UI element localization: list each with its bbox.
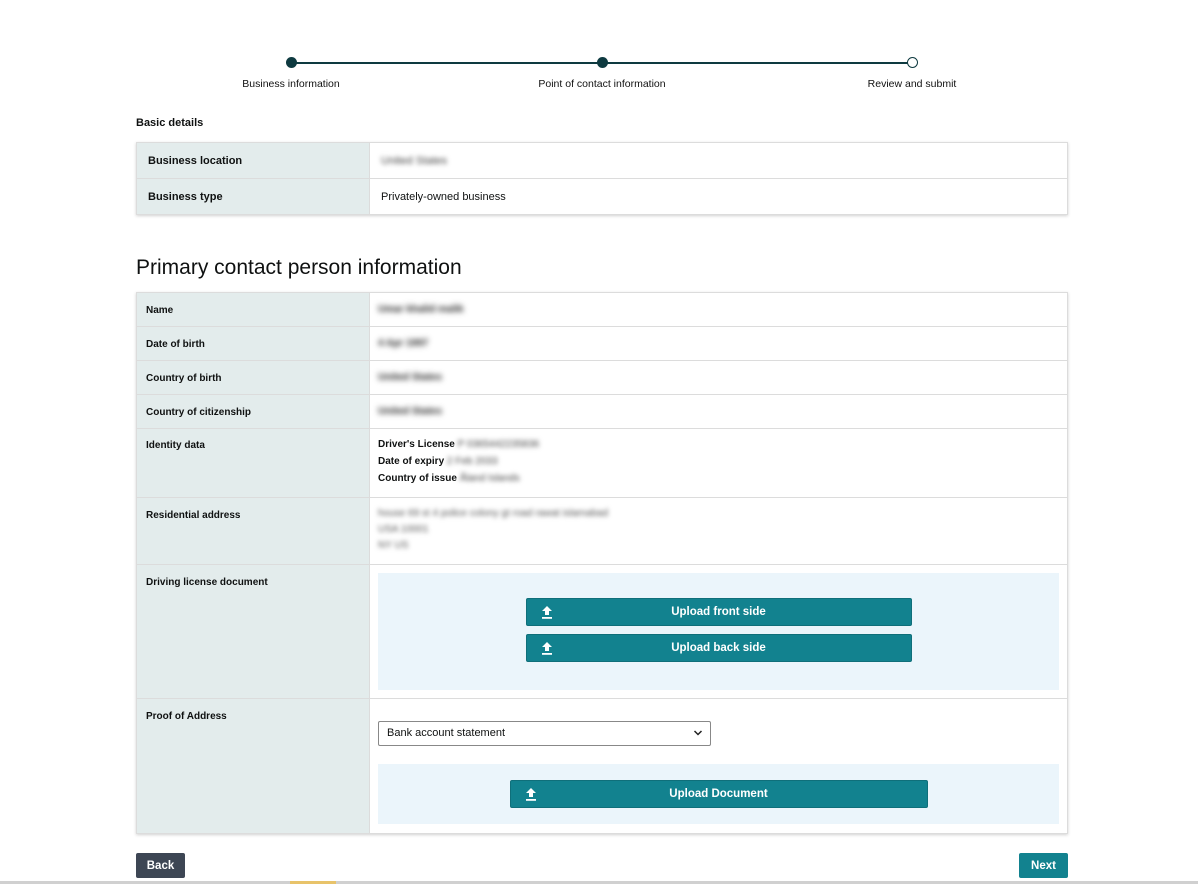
step-dot-business-information (286, 57, 297, 68)
issue-value: Åland Islands (459, 473, 520, 484)
license-value: P 0365442235836 (457, 439, 540, 450)
table-row: Business type Privately-owned business (136, 178, 1068, 215)
step-dot-review-and-submit (907, 57, 918, 68)
address-line-2: USA 10001 (378, 524, 429, 535)
business-location-value: United States (369, 142, 1068, 179)
business-location-text: United States (381, 154, 448, 167)
residential-address-value: house 69 st 4 police colony gt road rawa… (369, 497, 1068, 565)
license-line: Driver's License P 0365442235836 (378, 436, 1059, 453)
residential-address-label: Residential address (136, 497, 370, 565)
proof-of-address-upload-panel: Upload Document (378, 764, 1059, 824)
chevron-down-icon (693, 730, 703, 736)
upload-front-side-label: Upload front side (671, 606, 766, 618)
address-line-3: NY US (378, 540, 409, 551)
upload-icon (525, 788, 536, 801)
dob-value: 4 Apr 1997 (369, 326, 1068, 361)
upload-icon (541, 606, 552, 619)
driving-license-upload-panel: Upload front side Upload back side (378, 573, 1059, 690)
upload-back-side-label: Upload back side (671, 642, 766, 654)
table-row: Business location United States (136, 142, 1068, 179)
primary-contact-table: Name Umar khalid malik Date of birth 4 A… (136, 292, 1068, 834)
driving-license-value: Upload front side Upload back side (369, 564, 1068, 699)
upload-document-button[interactable]: Upload Document (509, 780, 928, 808)
upload-front-side-button[interactable]: Upload front side (525, 598, 912, 626)
step-label-business-information: Business information (242, 78, 340, 90)
proof-of-address-selected: Bank account statement (387, 727, 506, 739)
table-row: Country of citizenship United States (136, 394, 1068, 429)
issue-label: Country of issue (378, 473, 457, 484)
expiry-line: Date of expiry 2 Feb 2033 (378, 453, 1059, 470)
expiry-value: 2 Feb 2033 (446, 456, 498, 467)
primary-contact-heading: Primary contact person information (136, 256, 462, 279)
table-row: Driving license document Upload front si… (136, 564, 1068, 699)
business-type-value: Privately-owned business (369, 178, 1068, 215)
dob-label: Date of birth (136, 326, 370, 361)
upload-document-label: Upload Document (669, 788, 768, 800)
table-row: Name Umar khalid malik (136, 292, 1068, 327)
country-of-birth-value: United States (369, 360, 1068, 395)
citizenship-label: Country of citizenship (136, 394, 370, 429)
back-button[interactable]: Back (136, 853, 185, 878)
name-value: Umar khalid malik (369, 292, 1068, 327)
table-row: Date of birth 4 Apr 1997 (136, 326, 1068, 361)
dob-text: 4 Apr 1997 (378, 338, 429, 349)
next-button[interactable]: Next (1019, 853, 1068, 878)
expiry-label: Date of expiry (378, 456, 445, 467)
business-location-label: Business location (136, 142, 370, 179)
identity-data-value: Driver's License P 0365442235836 Date of… (369, 428, 1068, 498)
driving-license-label: Driving license document (136, 564, 370, 699)
proof-of-address-label: Proof of Address (136, 698, 370, 834)
table-row: Identity data Driver's License P 0365442… (136, 428, 1068, 498)
country-of-birth-text: United States (378, 372, 442, 383)
table-row: Country of birth United States (136, 360, 1068, 395)
citizenship-text: United States (378, 406, 442, 417)
address-line-1: house 69 st 4 police colony gt road rawa… (378, 508, 609, 519)
progress-stepper: Business information Point of contact in… (0, 0, 1198, 100)
table-row: Residential address house 69 st 4 police… (136, 497, 1068, 565)
proof-of-address-select[interactable]: Bank account statement (378, 721, 711, 746)
identity-data-label: Identity data (136, 428, 370, 498)
issue-line: Country of issue Åland Islands (378, 470, 1059, 487)
business-type-label: Business type (136, 178, 370, 215)
citizenship-value: United States (369, 394, 1068, 429)
basic-details-title: Basic details (136, 117, 204, 129)
country-of-birth-label: Country of birth (136, 360, 370, 395)
step-dot-point-of-contact (597, 57, 608, 68)
step-label-point-of-contact: Point of contact information (538, 78, 666, 90)
upload-back-side-button[interactable]: Upload back side (525, 634, 912, 662)
upload-icon (541, 642, 552, 655)
table-row: Proof of Address Bank account statement … (136, 698, 1068, 834)
basic-details-table: Business location United States Business… (136, 142, 1068, 215)
proof-of-address-value: Bank account statement Upload Document (369, 698, 1068, 834)
name-label: Name (136, 292, 370, 327)
license-label: Driver's License (378, 439, 455, 450)
name-text: Umar khalid malik (378, 304, 464, 315)
step-label-review-and-submit: Review and submit (867, 78, 957, 90)
